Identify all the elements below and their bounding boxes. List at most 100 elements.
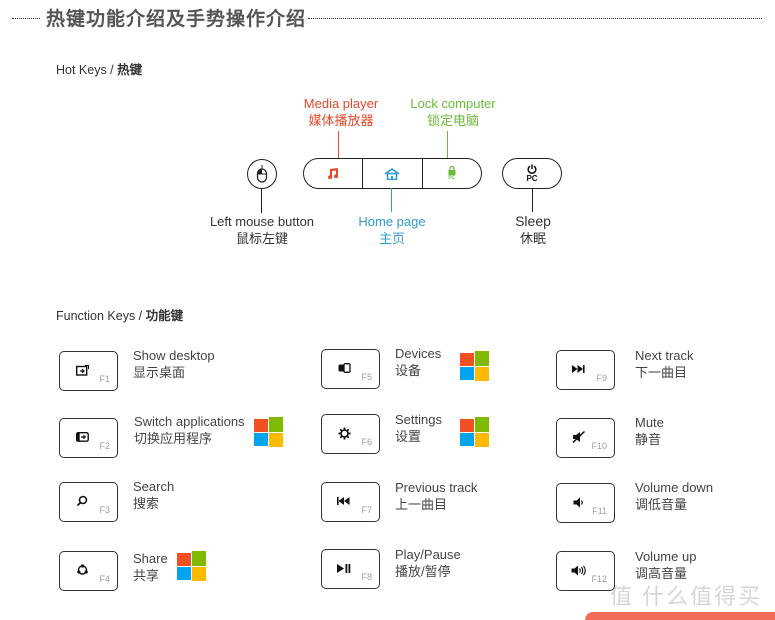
f6-description: Settings 设置 <box>395 411 442 445</box>
desc-en: Next track <box>635 348 694 363</box>
volume-down-icon <box>571 495 587 509</box>
desc-en: Volume up <box>635 549 697 564</box>
desc-cn: 设备 <box>395 363 422 378</box>
leader-line-mouse <box>261 189 262 213</box>
key-label: F3 <box>99 505 110 515</box>
key-label: F4 <box>99 574 110 584</box>
f2-key[interactable]: F2 <box>59 418 118 458</box>
watermark: 值 什么值得买 <box>610 584 763 609</box>
dotted-divider-left <box>12 18 40 19</box>
desc-en: Share <box>133 551 168 566</box>
sleep-caption: Sleep 休眠 <box>500 213 566 247</box>
f10-description: Mute 静音 <box>635 414 664 448</box>
f12-description: Volume up 调高音量 <box>635 548 696 582</box>
page-title: 热键功能介绍及手势操作介绍 <box>46 9 307 30</box>
next-track-icon <box>571 362 587 376</box>
desc-cn: 共享 <box>133 568 160 583</box>
windows-logo-icon <box>177 551 207 581</box>
home-icon <box>385 167 400 180</box>
caption-en: Lock computer <box>410 96 496 111</box>
devices-icon <box>336 361 352 375</box>
windows-logo-icon <box>254 417 284 447</box>
left-mouse-button-key[interactable] <box>247 159 277 189</box>
title-row: 热键功能介绍及手势操作介绍 <box>0 2 775 32</box>
home-page-caption: Home page 主页 <box>340 213 444 247</box>
desc-en: Mute <box>635 415 664 430</box>
f4-key[interactable]: F4 <box>59 551 118 591</box>
lock-sub-label: PC <box>448 175 456 181</box>
desc-en: Show desktop <box>133 348 215 363</box>
desc-cn: 搜索 <box>133 496 160 511</box>
media-player-key[interactable] <box>304 159 364 188</box>
desc-en: Search <box>133 479 175 494</box>
f2-description: Switch applications 切换应用程序 <box>134 413 245 447</box>
caption-cn: 主页 <box>378 231 405 246</box>
caption-cn: 鼠标左键 <box>235 231 288 246</box>
previous-track-icon <box>336 494 352 508</box>
home-page-key[interactable] <box>363 159 423 188</box>
key-label: F7 <box>361 505 372 515</box>
f3-key[interactable]: F3 <box>59 482 118 522</box>
gear-icon <box>336 426 352 440</box>
leader-line-lock <box>447 131 448 161</box>
search-icon <box>74 494 90 508</box>
desc-cn: 播放/暂停 <box>395 564 451 579</box>
key-label: F11 <box>592 506 607 516</box>
caption-cn: 媒体播放器 <box>308 113 374 128</box>
desc-cn: 显示桌面 <box>133 365 186 380</box>
key-label: F1 <box>99 374 110 384</box>
caption-en: Home page <box>358 214 426 229</box>
f4-description: Share 共享 <box>133 550 168 584</box>
desc-en: Switch applications <box>134 414 245 429</box>
leader-line-media <box>338 131 339 159</box>
f12-key[interactable]: F12 <box>556 551 615 591</box>
leader-line-home <box>391 188 392 212</box>
key-label: F6 <box>361 437 372 447</box>
key-label: F12 <box>591 574 607 584</box>
f6-key[interactable]: F6 <box>321 414 380 454</box>
play-pause-icon <box>336 561 352 575</box>
f1-key[interactable]: F1 <box>59 351 118 391</box>
desc-cn: 切换应用程序 <box>134 431 213 446</box>
f10-key[interactable]: F10 <box>556 418 615 458</box>
caption-en: Left mouse button <box>209 214 315 229</box>
desc-en: Settings <box>395 412 442 427</box>
lock-computer-key[interactable]: PC <box>423 159 481 188</box>
lock-icon <box>448 166 456 175</box>
windows-logo-icon <box>460 351 490 381</box>
f8-key[interactable]: F8 <box>321 549 380 589</box>
windows-logo-icon <box>460 417 490 447</box>
f11-description: Volume down 调低音量 <box>635 479 713 513</box>
f7-key[interactable]: F7 <box>321 482 380 522</box>
caption-en: Sleep <box>515 213 551 229</box>
f1-description: Show desktop 显示桌面 <box>133 347 215 381</box>
caption-cn: 休眠 <box>519 231 546 246</box>
section-label-en: Function Keys / <box>56 309 146 323</box>
section-label-en: Hot Keys / <box>56 63 118 77</box>
desc-cn: 调低音量 <box>635 497 688 512</box>
hotkey-strip: PC <box>303 158 482 189</box>
key-label: F10 <box>591 441 607 451</box>
key-label: F8 <box>361 572 372 582</box>
show-desktop-icon <box>74 363 90 377</box>
section-label-cn: 热键 <box>117 63 143 77</box>
key-label: F5 <box>361 372 372 382</box>
desc-cn: 下一曲目 <box>635 365 688 380</box>
desc-en: Play/Pause <box>395 547 461 562</box>
f8-description: Play/Pause 播放/暂停 <box>395 546 461 580</box>
leader-line-sleep <box>532 188 533 212</box>
key-label: F9 <box>596 373 607 383</box>
left-mouse-caption: Left mouse button 鼠标左键 <box>200 213 324 247</box>
sleep-sub-label: PC <box>526 174 538 183</box>
f11-key[interactable]: F11 <box>556 483 615 523</box>
f3-description: Search 搜索 <box>133 478 174 512</box>
f7-description: Previous track 上一曲目 <box>395 479 477 513</box>
sleep-key[interactable]: PC <box>502 158 562 189</box>
f5-description: Devices 设备 <box>395 345 441 379</box>
desc-en: Volume down <box>635 480 714 495</box>
caption-en: Media player <box>303 96 379 111</box>
mute-icon <box>571 430 587 444</box>
f5-key[interactable]: F5 <box>321 349 380 389</box>
hotkeys-section-label: Hot Keys / 热键 <box>56 59 142 78</box>
f9-key[interactable]: F9 <box>556 350 615 390</box>
